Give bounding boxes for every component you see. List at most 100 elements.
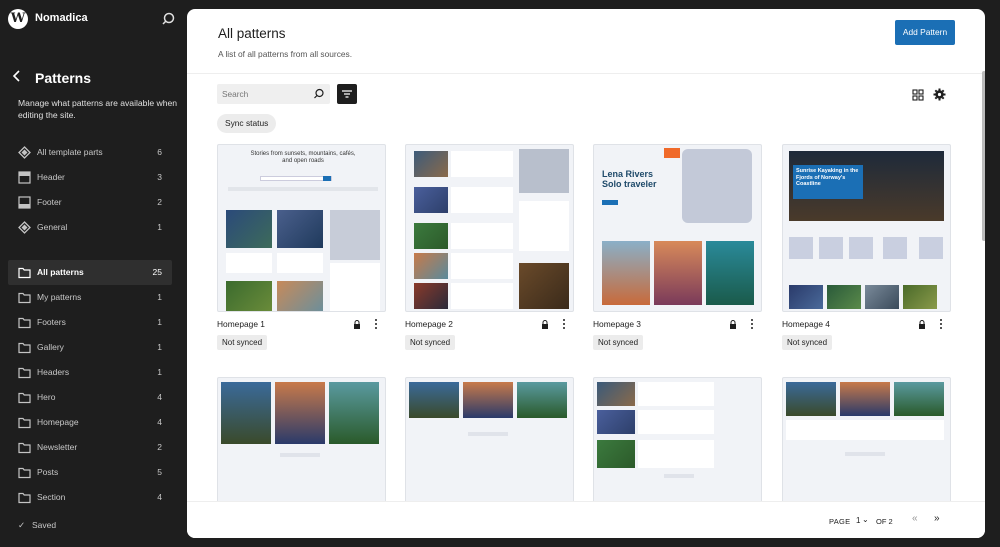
more-vertical-icon[interactable]	[374, 318, 378, 330]
search-input[interactable]	[222, 88, 307, 100]
nav-item-footers[interactable]: Footers 1	[8, 310, 172, 335]
preview-image	[706, 241, 754, 305]
pattern-preview[interactable]	[405, 144, 574, 312]
pattern-title[interactable]: Homepage 4	[782, 319, 830, 329]
nav-label: All template parts	[37, 147, 103, 157]
preview-text	[451, 253, 513, 279]
nav-item-headers[interactable]: Headers 1	[8, 360, 172, 385]
nav-item-footer[interactable]: Footer 2	[8, 190, 172, 215]
pattern-title[interactable]: Homepage 1	[217, 319, 265, 329]
page-total: OF 2	[876, 517, 893, 526]
nav-label: My patterns	[37, 292, 82, 302]
site-editor: W Nomadica Patterns Manage what patterns…	[0, 0, 1000, 547]
search-icon[interactable]	[313, 88, 325, 100]
nav-count: 3	[157, 172, 162, 182]
symbol-icon	[18, 221, 31, 234]
preview-image	[517, 382, 567, 418]
nav-item-general[interactable]: General 1	[8, 215, 172, 240]
folder-icon	[18, 467, 31, 479]
preview-pagination	[468, 432, 508, 436]
preview-image	[414, 151, 448, 177]
pattern-preview[interactable]	[593, 377, 762, 507]
preview-image	[277, 281, 323, 311]
preview-heading: Lena Rivers Solo traveler	[602, 169, 657, 189]
gear-icon[interactable]	[933, 88, 946, 101]
site-hub: W Nomadica	[0, 0, 187, 38]
more-vertical-icon[interactable]	[562, 318, 566, 330]
chevron-down-icon[interactable]: ⌄	[862, 515, 869, 524]
previous-page-icon[interactable]: «	[912, 513, 918, 524]
nav-label: All patterns	[37, 267, 84, 277]
wordpress-logo-icon[interactable]: W	[8, 9, 28, 29]
pattern-preview[interactable]	[782, 377, 951, 507]
nav-count: 4	[157, 417, 162, 427]
pattern-preview[interactable]: Lena Rivers Solo traveler	[593, 144, 762, 312]
nav-item-all-patterns[interactable]: All patterns 25	[8, 260, 172, 285]
sidebar-title: Patterns	[35, 70, 92, 86]
nav-label: Headers	[37, 367, 70, 377]
save-status-label: Saved	[32, 520, 57, 530]
pattern-preview[interactable]	[217, 377, 386, 507]
nav-item-gallery[interactable]: Gallery 1	[8, 335, 172, 360]
nav-label: Header	[37, 172, 65, 182]
preview-sidebar-card	[519, 149, 569, 193]
sync-status-filter[interactable]: Sync status	[217, 114, 277, 133]
preview-tile	[919, 237, 943, 259]
header-icon	[18, 171, 31, 184]
preview-list	[330, 263, 380, 311]
back-button[interactable]	[10, 68, 26, 86]
page-title: All patterns	[218, 26, 286, 41]
nav-item-posts[interactable]: Posts 5	[8, 460, 172, 485]
more-vertical-icon[interactable]	[939, 318, 943, 330]
preview-image	[602, 241, 650, 305]
nav-label: Section	[37, 492, 66, 502]
add-pattern-button[interactable]: Add Pattern	[895, 20, 955, 45]
nav-label: General	[37, 222, 68, 232]
save-status: ✓ Saved	[18, 520, 56, 531]
page-select[interactable]: 1	[856, 516, 860, 525]
lock-icon	[919, 320, 925, 329]
nav-item-newsletter[interactable]: Newsletter 2	[8, 435, 172, 460]
preview-image	[519, 263, 569, 309]
nav-count: 5	[157, 467, 162, 477]
pattern-title[interactable]: Homepage 2	[405, 319, 453, 329]
scrollbar[interactable]	[982, 71, 985, 241]
next-page-icon[interactable]: »	[934, 513, 940, 524]
folder-icon	[18, 292, 31, 304]
pattern-preview[interactable]	[405, 377, 574, 507]
nav-item-hero[interactable]: Hero 4	[8, 385, 172, 410]
preview-pagination	[845, 452, 885, 456]
folder-icon	[18, 267, 31, 279]
preview-tile	[849, 237, 873, 259]
nav-item-header[interactable]: Header 3	[8, 165, 172, 190]
pattern-preview[interactable]: Sunrise Kayaking in the Fjords of Norway…	[782, 144, 951, 312]
pattern-preview[interactable]: Stories from sunsets, mountains, cafés, …	[217, 144, 386, 312]
lock-icon	[542, 320, 548, 329]
nav-item-all-template-parts[interactable]: All template parts 6	[8, 140, 172, 165]
sync-status-badge: Not synced	[405, 335, 456, 350]
site-name[interactable]: Nomadica	[35, 12, 88, 24]
preview-text	[451, 223, 513, 249]
preview-list	[519, 201, 569, 251]
folder-icon	[18, 342, 31, 354]
search-icon[interactable]	[162, 11, 178, 27]
folder-icon	[18, 392, 31, 404]
nav-label: Footers	[37, 317, 66, 327]
nav-item-homepage[interactable]: Homepage 4	[8, 410, 172, 435]
filter-button[interactable]	[337, 84, 357, 104]
preview-image	[414, 223, 448, 249]
more-vertical-icon[interactable]	[750, 318, 754, 330]
nav-item-my-patterns[interactable]: My patterns 1	[8, 285, 172, 310]
preview-image	[786, 382, 836, 416]
preview-image	[463, 382, 513, 418]
folder-icon	[18, 442, 31, 454]
nav-label: Newsletter	[37, 442, 78, 452]
preview-image	[221, 382, 271, 444]
pattern-title[interactable]: Homepage 3	[593, 319, 641, 329]
nav-label: Gallery	[37, 342, 64, 352]
nav-label: Hero	[37, 392, 56, 402]
grid-view-icon[interactable]	[912, 89, 924, 101]
nav-item-section[interactable]: Section 4	[8, 485, 172, 510]
preview-image	[409, 382, 459, 418]
filter-icon	[342, 90, 352, 98]
